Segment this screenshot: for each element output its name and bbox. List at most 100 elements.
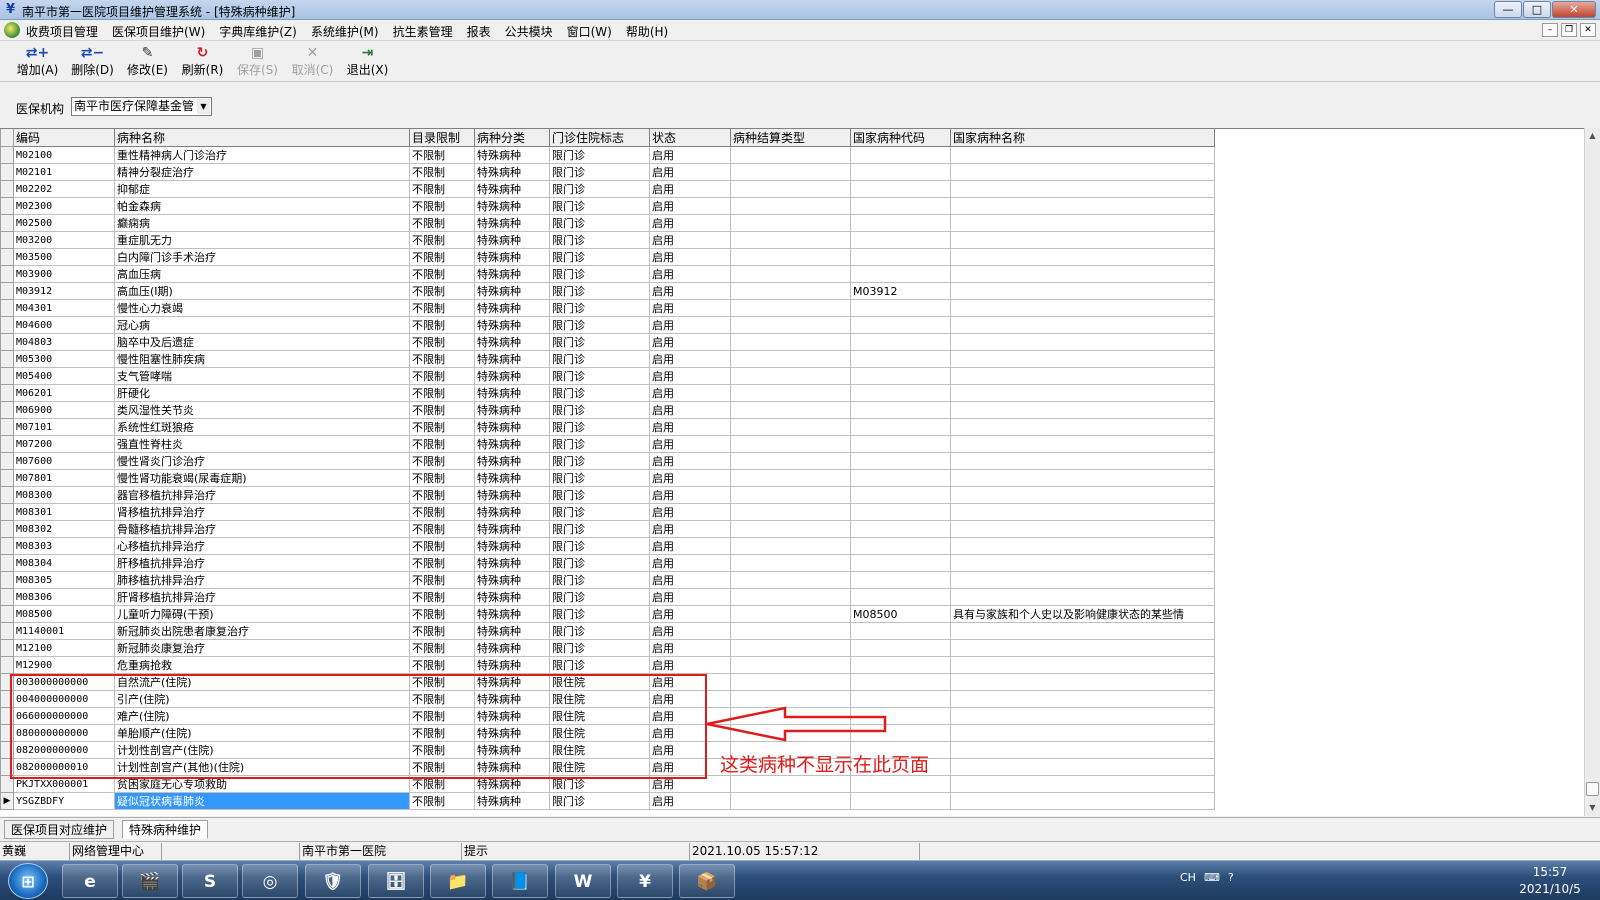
national-name-cell[interactable]: [950, 350, 1215, 368]
status-cell[interactable]: 启用: [649, 452, 731, 470]
category-cell[interactable]: 特殊病种: [474, 418, 550, 436]
category-cell[interactable]: 特殊病种: [474, 333, 550, 351]
insurer-select[interactable]: 南平市医疗保障基金管 ▼: [71, 97, 212, 116]
status-cell[interactable]: 启用: [649, 792, 731, 810]
national-code-cell[interactable]: [850, 333, 951, 351]
mdi-restore-button[interactable]: ❐: [1561, 23, 1577, 37]
national-name-cell[interactable]: [950, 316, 1215, 334]
national-code-cell[interactable]: [850, 656, 951, 674]
status-cell[interactable]: 启用: [649, 146, 731, 164]
category-cell[interactable]: 特殊病种: [474, 248, 550, 266]
national-code-cell[interactable]: [850, 503, 951, 521]
table-row[interactable]: M07801 慢性肾功能衰竭(尿毒症期) 不限制 特殊病种 限门诊 启用: [0, 469, 1215, 487]
name-cell[interactable]: 重性精神病人门诊治疗: [114, 146, 410, 164]
visit-type-cell[interactable]: 限门诊: [549, 350, 650, 368]
catalog-limit-cell[interactable]: 不限制: [409, 588, 475, 606]
row-indicator[interactable]: [0, 588, 14, 606]
visit-type-cell[interactable]: 限门诊: [549, 486, 650, 504]
shield-icon[interactable]: 🛡: [305, 864, 361, 898]
row-indicator[interactable]: [0, 469, 14, 487]
settle-type-cell[interactable]: [730, 333, 851, 351]
code-cell[interactable]: M08301: [13, 503, 115, 521]
code-cell[interactable]: M04803: [13, 333, 115, 351]
category-cell[interactable]: 特殊病种: [474, 469, 550, 487]
catalog-limit-cell[interactable]: 不限制: [409, 299, 475, 317]
row-indicator[interactable]: [0, 299, 14, 317]
table-row[interactable]: M07101 系统性红斑狼疮 不限制 特殊病种 限门诊 启用: [0, 418, 1215, 436]
table-row[interactable]: M02100 重性精神病人门诊治疗 不限制 特殊病种 限门诊 启用: [0, 146, 1215, 164]
national-code-cell[interactable]: [850, 350, 951, 368]
code-cell[interactable]: M06201: [13, 384, 115, 402]
settle-type-cell[interactable]: [730, 622, 851, 640]
national-code-cell[interactable]: [850, 316, 951, 334]
catalog-limit-cell[interactable]: 不限制: [409, 622, 475, 640]
national-name-cell[interactable]: [950, 231, 1215, 249]
catalog-limit-cell[interactable]: 不限制: [409, 656, 475, 674]
national-code-cell[interactable]: [850, 571, 951, 589]
status-cell[interactable]: 启用: [649, 197, 731, 215]
settle-type-cell[interactable]: [730, 639, 851, 657]
code-cell[interactable]: M08305: [13, 571, 115, 589]
national-name-cell[interactable]: [950, 265, 1215, 283]
category-cell[interactable]: 特殊病种: [474, 741, 550, 759]
wps-icon[interactable]: W: [555, 864, 611, 898]
name-cell[interactable]: 肾移植抗排异治疗: [114, 503, 410, 521]
table-row[interactable]: M12900 危重病抢救 不限制 特殊病种 限门诊 启用: [0, 656, 1215, 674]
national-code-cell[interactable]: [850, 775, 951, 793]
row-indicator[interactable]: [0, 197, 14, 215]
status-cell[interactable]: 启用: [649, 316, 731, 334]
menu-antibiotics[interactable]: 抗生素管理: [393, 23, 453, 40]
name-cell[interactable]: 儿童听力障碍(干预): [114, 605, 410, 623]
catalog-limit-cell[interactable]: 不限制: [409, 469, 475, 487]
table-row[interactable]: PKJTXX000001 贫困家庭无心专项救助 不限制 特殊病种 限门诊 启用: [0, 775, 1215, 793]
table-row[interactable]: M03200 重症肌无力 不限制 特殊病种 限门诊 启用: [0, 231, 1215, 249]
catalog-limit-cell[interactable]: 不限制: [409, 214, 475, 232]
catalog-limit-cell[interactable]: 不限制: [409, 571, 475, 589]
visit-type-cell[interactable]: 限门诊: [549, 588, 650, 606]
settle-type-cell[interactable]: [730, 146, 851, 164]
category-cell[interactable]: 特殊病种: [474, 792, 550, 810]
national-name-cell[interactable]: [950, 367, 1215, 385]
visit-type-cell[interactable]: 限门诊: [549, 469, 650, 487]
catalog-limit-cell[interactable]: 不限制: [409, 197, 475, 215]
yuan-app-icon[interactable]: ¥: [617, 864, 673, 898]
category-cell[interactable]: 特殊病种: [474, 775, 550, 793]
status-cell[interactable]: 启用: [649, 537, 731, 555]
name-cell[interactable]: 慢性肾功能衰竭(尿毒症期): [114, 469, 410, 487]
visit-type-cell[interactable]: 限住院: [549, 690, 650, 708]
settle-type-cell[interactable]: [730, 554, 851, 572]
package-icon[interactable]: 📦: [679, 864, 735, 898]
row-indicator[interactable]: [0, 316, 14, 334]
catalog-limit-cell[interactable]: 不限制: [409, 690, 475, 708]
code-cell[interactable]: M03912: [13, 282, 115, 300]
visit-type-cell[interactable]: 限门诊: [549, 333, 650, 351]
row-indicator[interactable]: [0, 639, 14, 657]
settle-type-cell[interactable]: [730, 282, 851, 300]
national-code-cell[interactable]: [850, 299, 951, 317]
status-cell[interactable]: 启用: [649, 180, 731, 198]
category-cell[interactable]: 特殊病种: [474, 656, 550, 674]
row-indicator[interactable]: [0, 741, 14, 759]
visit-type-cell[interactable]: 限门诊: [549, 639, 650, 657]
scroll-thumb[interactable]: [1586, 782, 1599, 796]
code-cell[interactable]: 082000000010: [13, 758, 115, 776]
catalog-limit-cell[interactable]: 不限制: [409, 775, 475, 793]
name-cell[interactable]: 慢性肾炎门诊治疗: [114, 452, 410, 470]
status-cell[interactable]: 启用: [649, 265, 731, 283]
catalog-limit-cell[interactable]: 不限制: [409, 724, 475, 742]
visit-type-cell[interactable]: 限门诊: [549, 299, 650, 317]
status-cell[interactable]: 启用: [649, 758, 731, 776]
table-row[interactable]: M07600 慢性肾炎门诊治疗 不限制 特殊病种 限门诊 启用: [0, 452, 1215, 470]
row-indicator[interactable]: [0, 282, 14, 300]
code-cell[interactable]: M05300: [13, 350, 115, 368]
national-code-cell[interactable]: [850, 622, 951, 640]
visit-type-cell[interactable]: 限门诊: [549, 656, 650, 674]
visit-type-cell[interactable]: 限门诊: [549, 316, 650, 334]
delete-button[interactable]: ⇄− 删除(D): [65, 44, 120, 80]
category-cell[interactable]: 特殊病种: [474, 707, 550, 725]
row-indicator[interactable]: [0, 571, 14, 589]
visit-type-cell[interactable]: 限门诊: [549, 231, 650, 249]
category-cell[interactable]: 特殊病种: [474, 384, 550, 402]
national-code-cell[interactable]: [850, 197, 951, 215]
national-name-cell[interactable]: [950, 758, 1215, 776]
